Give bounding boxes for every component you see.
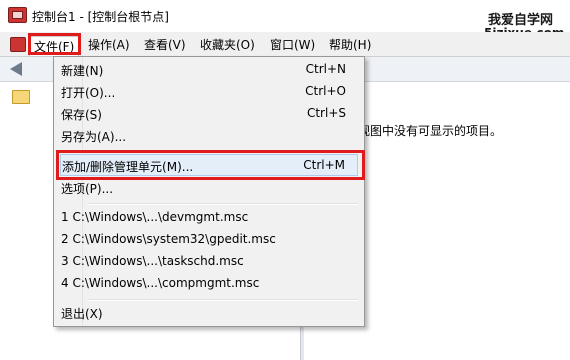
menu-item-options[interactable]: 选项(P)... (60, 177, 358, 199)
mmc-console-icon (8, 7, 27, 23)
menu-view[interactable]: 查看(V) (144, 36, 186, 53)
menu-favorites[interactable]: 收藏夹(O) (200, 36, 255, 53)
menu-item-exit[interactable]: 退出(X) (60, 302, 358, 324)
menu-item-recent-4[interactable]: 4 C:\Windows\...\compmgmt.msc (60, 273, 358, 295)
folder-icon[interactable] (12, 90, 30, 104)
menu-item-label: 选项(P)... (61, 182, 114, 196)
menu-item-recent-3[interactable]: 3 C:\Windows\...\taskschd.msc (60, 251, 358, 273)
menu-window[interactable]: 窗口(W) (270, 36, 315, 53)
menu-item-label: 保存(S) (61, 108, 102, 122)
window-title: 控制台1 - [控制台根节点] (32, 10, 169, 24)
menu-item-label: 另存为(A)... (61, 130, 127, 144)
menu-separator (88, 299, 358, 301)
menu-separator (88, 203, 358, 205)
menu-item-shortcut: Ctrl+O (305, 84, 346, 98)
menu-item-recent-2[interactable]: 2 C:\Windows\system32\gpedit.msc (60, 229, 358, 251)
title-bar: 控制台1 - [控制台根节点] 我爱自学网 5izixue.com (0, 0, 570, 40)
menu-item-shortcut: Ctrl+N (305, 62, 346, 76)
menu-item-recent-1[interactable]: 1 C:\Windows\...\devmgmt.msc (60, 207, 358, 229)
menu-item-label: 4 C:\Windows\...\compmgmt.msc (61, 276, 260, 290)
empty-view-message: 视图中没有可显示的项目。 (358, 124, 503, 138)
file-menu-highlight (28, 33, 81, 55)
menu-item-new[interactable]: 新建(N) Ctrl+N (60, 59, 358, 81)
menu-item-label: 新建(N) (61, 64, 104, 78)
menu-item-save[interactable]: 保存(S) Ctrl+S (60, 103, 358, 125)
menu-item-label: 退出(X) (61, 307, 103, 321)
back-arrow-icon[interactable] (10, 62, 22, 76)
menu-help[interactable]: 帮助(H) (329, 36, 371, 53)
menu-item-save-as[interactable]: 另存为(A)... (60, 125, 358, 147)
menu-item-open[interactable]: 打开(O)... Ctrl+O (60, 81, 358, 103)
menu-action[interactable]: 操作(A) (88, 36, 130, 53)
menu-bar: 文件(F) 操作(A) 查看(V) 收藏夹(O) 窗口(W) 帮助(H) (0, 32, 570, 57)
file-menu-dropdown: 新建(N) Ctrl+N 打开(O)... Ctrl+O 保存(S) Ctrl+… (53, 56, 365, 327)
menu-item-label: 2 C:\Windows\system32\gpedit.msc (61, 232, 276, 246)
menu-item-label: 3 C:\Windows\...\taskschd.msc (61, 254, 244, 268)
console-menu-icon[interactable] (10, 37, 26, 52)
menu-item-label: 1 C:\Windows\...\devmgmt.msc (61, 210, 249, 224)
add-remove-snapin-highlight (56, 150, 365, 180)
menu-item-shortcut: Ctrl+S (306, 106, 346, 120)
menu-item-label: 打开(O)... (61, 86, 116, 100)
